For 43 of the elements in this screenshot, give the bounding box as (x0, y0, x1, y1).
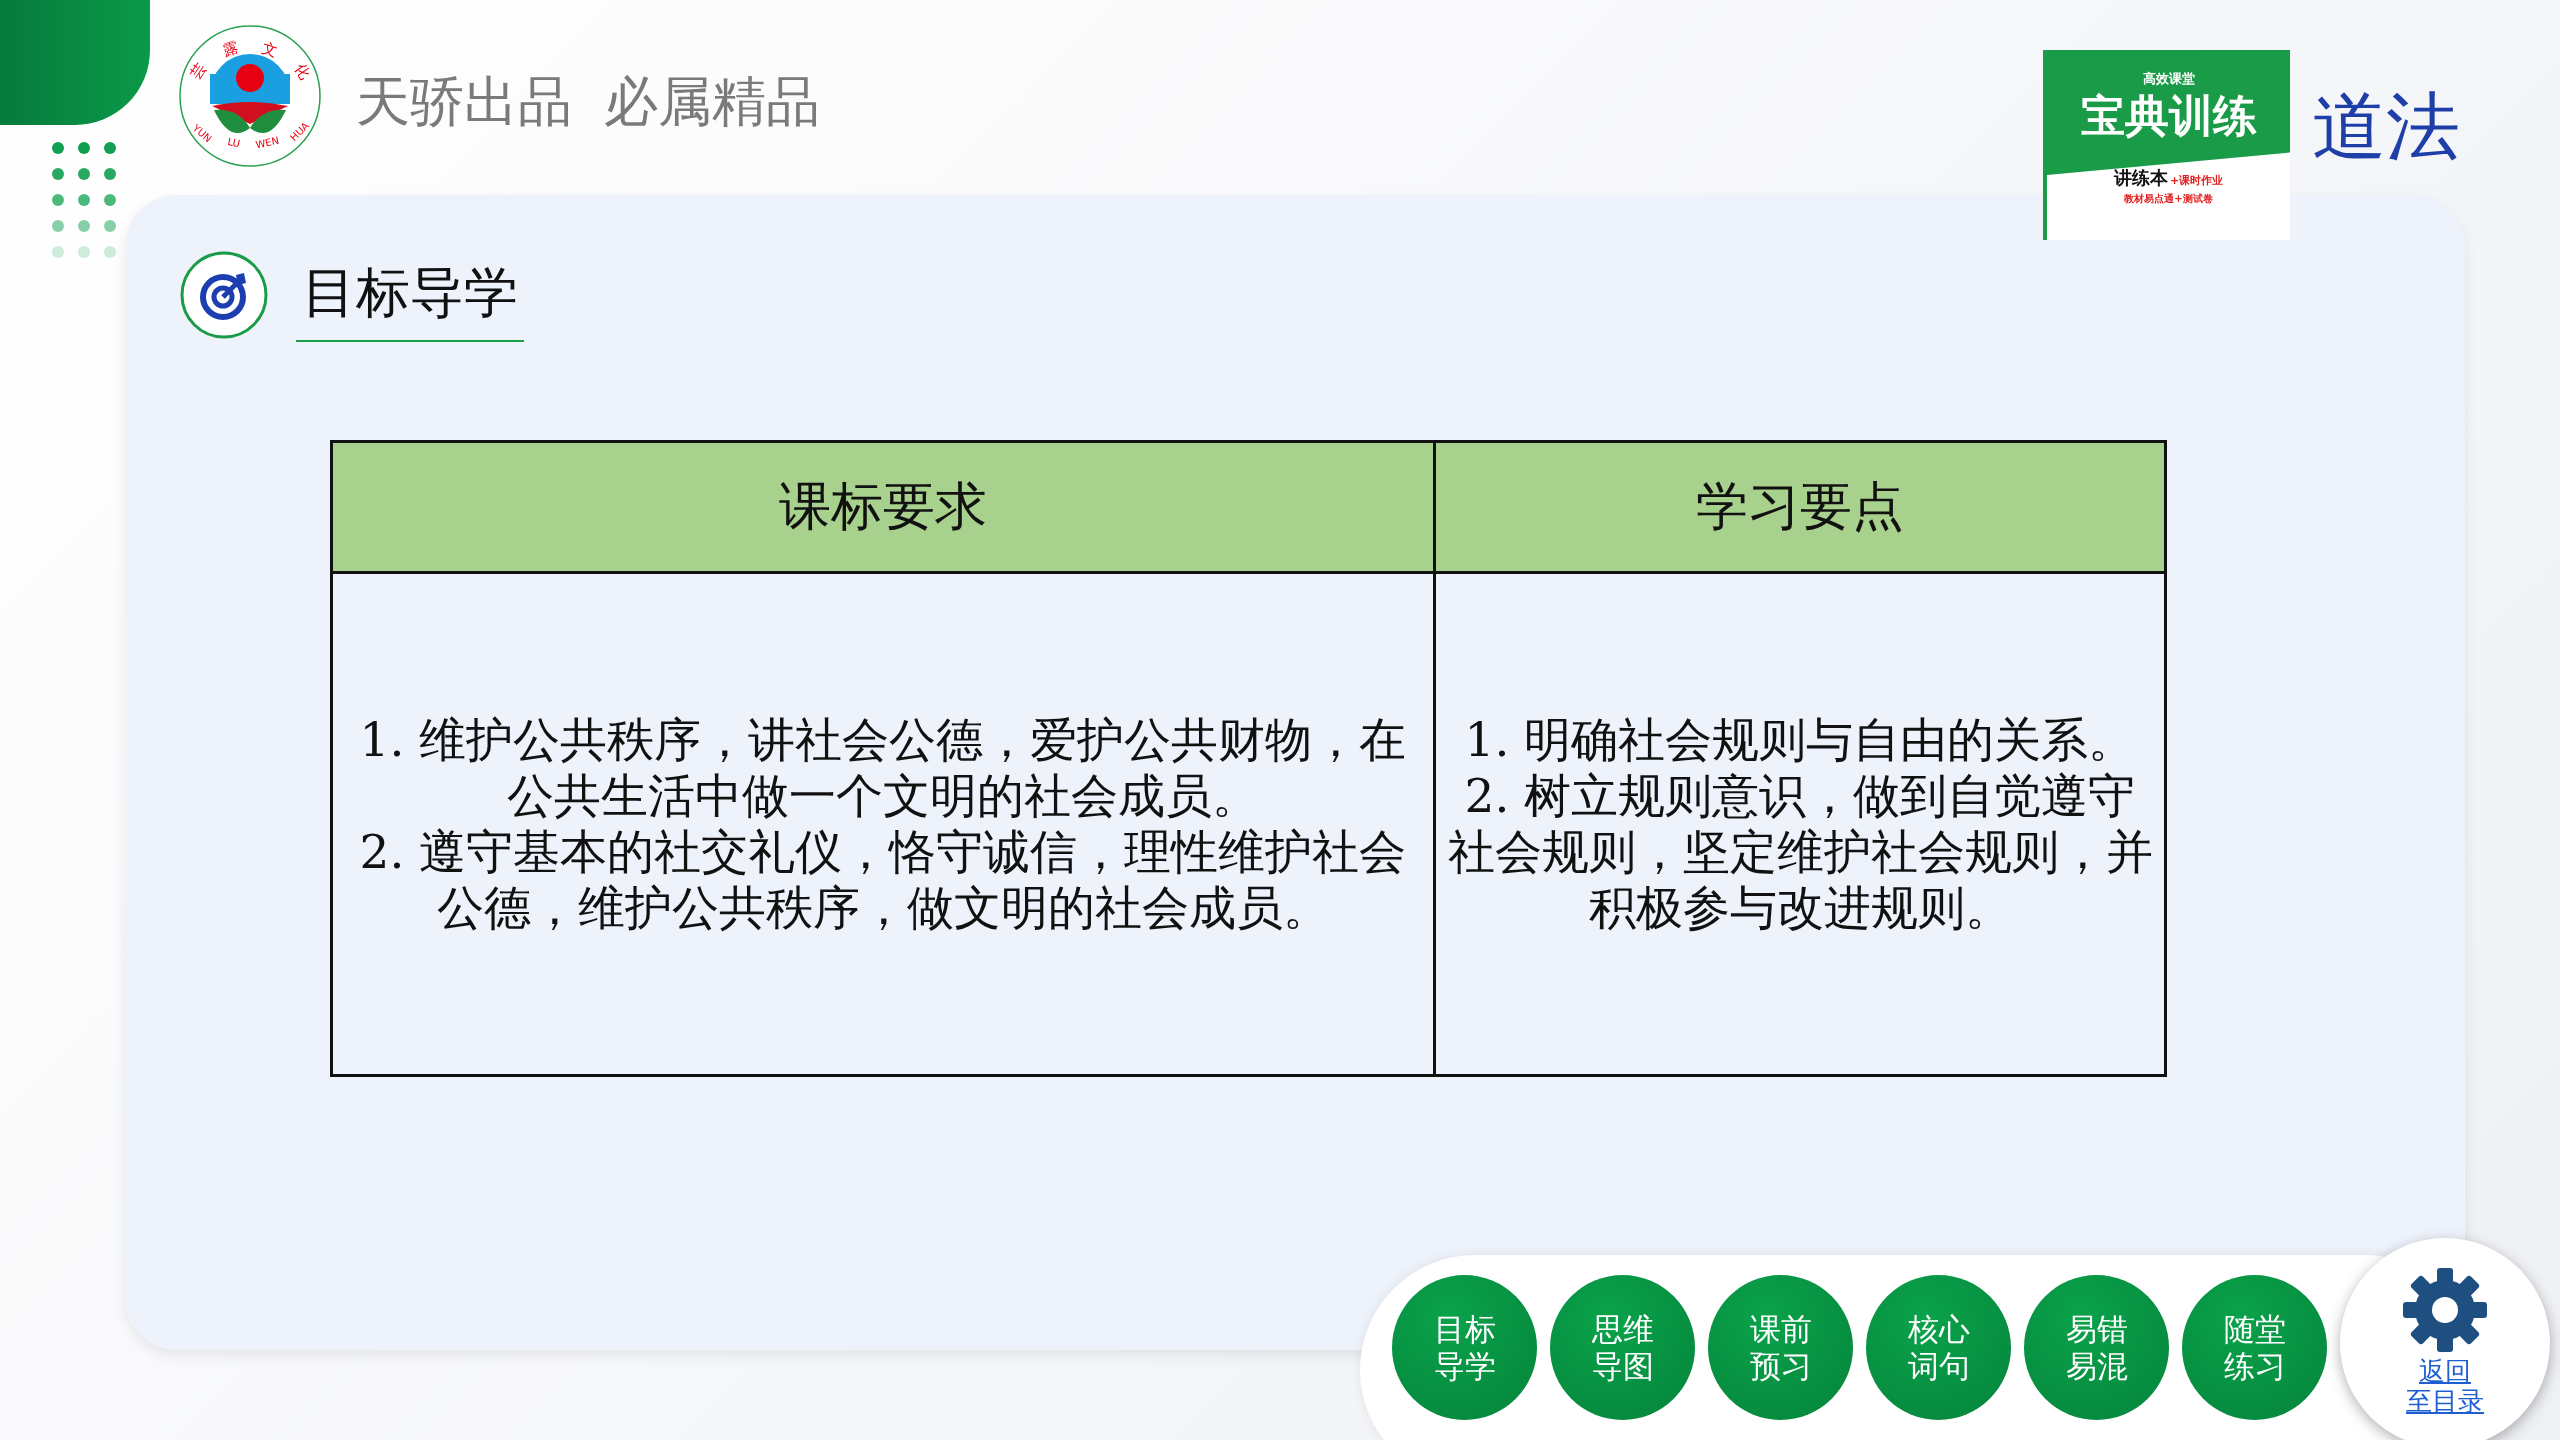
book-title: 宝典训练 (2079, 89, 2258, 143)
nav-button[interactable]: 核心 词句 (1866, 1275, 2011, 1420)
subject-title: 道法 (2312, 82, 2460, 171)
logo-text: WEN (254, 134, 280, 151)
dot (52, 142, 64, 154)
logo-text: 文 (259, 38, 280, 61)
back-link[interactable]: 返回 至目录 (2406, 1356, 2484, 1416)
table-cell: 1. 维护公共秩序，讲社会公德，爱护公共财物，在公共生活中做一个文明的社会成员。 2. 遵守基本的社交礼仪，恪守诚信，理性维护社会公德，维护公共秩序，做文明的社会成员。 (331, 572, 1435, 1076)
section-title: 目标导学 (296, 257, 524, 342)
nav-button[interactable]: 易错 易混 (2024, 1275, 2169, 1420)
dot (78, 142, 90, 154)
nav-button[interactable]: 目标 导学 (1392, 1275, 1537, 1420)
book-edition: 讲练本 (2113, 166, 2168, 190)
column-header: 学习要点 (1434, 441, 2166, 573)
book-extra: 教材易点通+测试卷 (2124, 192, 2213, 206)
nav-button[interactable]: 思维 导图 (1550, 1275, 1695, 1420)
logo-text: 露 (220, 38, 241, 61)
dot (104, 220, 116, 232)
dot (52, 220, 64, 232)
dot (104, 142, 116, 154)
book-extra: +课时作业 (2169, 173, 2224, 188)
book-series: 高效课堂 (2142, 70, 2195, 88)
table-cell: 1. 明确社会规则与自由的关系。 2. 树立规则意识，做到自觉遵守社会规则，坚定维护社会规则，并积极参与改进规则。 (1434, 572, 2166, 1076)
logo-text: 芸 (186, 59, 210, 83)
tagline: 天骄出品 (356, 69, 572, 135)
logo-text: LU (226, 135, 241, 150)
dot (52, 194, 64, 206)
column-header: 课标要求 (331, 441, 1435, 573)
tagline: 必属精品 (604, 69, 820, 135)
dot (52, 246, 64, 258)
dot (104, 246, 116, 258)
dot (104, 168, 116, 180)
nav-button[interactable]: 课前 预习 (1708, 1275, 1853, 1420)
target-icon (180, 250, 268, 339)
dot (78, 168, 90, 180)
dot (78, 220, 90, 232)
dot (104, 194, 116, 206)
dot (52, 168, 64, 180)
logo-text: 化 (290, 59, 314, 83)
dot (78, 194, 90, 206)
dot (78, 246, 90, 258)
settings-icon[interactable] (2401, 1266, 2489, 1354)
nav-button[interactable]: 随堂 练习 (2182, 1275, 2327, 1420)
